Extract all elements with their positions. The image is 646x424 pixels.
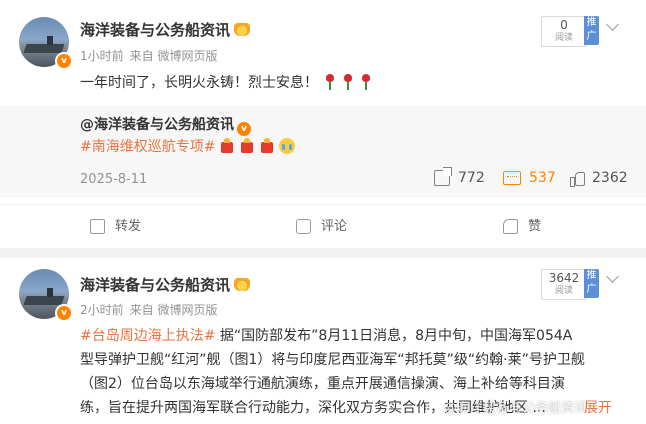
like-icon — [570, 171, 585, 187]
comment-button[interactable]: 评论 — [296, 215, 347, 234]
read-count-box: 0 阅读 — [541, 16, 587, 47]
repost-author[interactable]: @海洋装备与公务船资讯 v — [80, 114, 251, 136]
repost-content: #南海维权巡航专项# — [80, 136, 296, 157]
like-button[interactable]: 赞 — [503, 215, 541, 234]
feed-card: v 海洋装备与公务船资讯 1小时前 来自 微博网页版 0 阅读 推广 一年时间了，… — [0, 0, 646, 248]
post-line: （图2）位台岛以东海域举行通航演练，重点开展通信操演、海上补给等科目演 — [80, 376, 565, 392]
read-label: 阅读 — [554, 286, 573, 296]
expand-link[interactable]: 展开 — [584, 397, 612, 417]
rose-icon — [360, 74, 372, 90]
post-source: 来自 微博网页版 — [129, 49, 218, 63]
post-source: 来自 微博网页版 — [129, 303, 218, 317]
chevron-down-icon[interactable] — [606, 270, 619, 283]
read-label: 阅读 — [554, 33, 573, 43]
hashtag-link[interactable]: #南海维权巡航专项# — [80, 139, 215, 155]
red-envelope-icon — [219, 138, 235, 154]
post-meta: 1小时前 来自 微博网页版 — [80, 47, 223, 64]
read-count: 3642 — [548, 271, 580, 285]
comment-icon — [503, 171, 521, 185]
author-name[interactable]: 海洋装备与公务船资讯 — [80, 19, 251, 40]
like-icon — [503, 219, 518, 234]
chevron-down-icon[interactable] — [606, 18, 619, 31]
post-line: #台岛周边海上执法# 据“国防部发布”8月11日消息，8月中旬，中国海军054A — [80, 328, 573, 344]
red-envelope-icon — [239, 138, 255, 154]
promote-button[interactable]: 推广 — [584, 269, 599, 298]
rose-icon — [342, 74, 354, 90]
verified-icon: v — [237, 122, 251, 136]
post-time[interactable]: 2小时前 — [80, 303, 124, 317]
post-time[interactable]: 1小时前 — [80, 49, 124, 63]
share-icon — [434, 167, 452, 186]
divider — [0, 204, 646, 205]
repost-share-count[interactable]: 772 — [434, 167, 485, 186]
repost-date[interactable]: 2025-8-11 — [80, 172, 147, 187]
watermark: @海洋装备与公务船资讯 — [426, 397, 587, 416]
read-count: 0 — [560, 18, 568, 32]
red-envelope-icon — [259, 138, 275, 154]
post-meta: 2小时前 来自 微博网页版 — [80, 301, 223, 318]
comment-icon — [296, 219, 311, 234]
forward-button[interactable]: 转发 — [90, 215, 141, 234]
hashtag-link[interactable]: #台岛周边海上执法# — [80, 328, 215, 344]
post-line: 型导弹护卫舰“红河”舰（图1）将与印度尼西亚海军“邦托莫”级“约翰·莱”号护卫舰 — [80, 352, 585, 368]
crown-badge-icon — [234, 278, 251, 291]
repost-box[interactable]: @海洋装备与公务船资讯 v #南海维权巡航专项# 2025-8-11 772 53… — [0, 106, 646, 197]
weibo-logo-icon — [426, 401, 440, 416]
crying-face-icon — [279, 138, 296, 154]
forward-icon — [90, 219, 105, 234]
verified-icon: v — [55, 304, 73, 322]
repost-comment-count[interactable]: 537 — [503, 170, 556, 186]
verified-icon: v — [55, 52, 73, 70]
post-text: 一年时间了，长明火永铸！烈士安息！ — [80, 71, 372, 96]
crown-badge-icon — [234, 23, 251, 36]
rose-icon — [324, 74, 336, 90]
author-name[interactable]: 海洋装备与公务船资讯 — [80, 274, 251, 295]
repost-like-count[interactable]: 2362 — [570, 170, 628, 187]
promote-button[interactable]: 推广 — [584, 16, 599, 45]
feed-card: v 海洋装备与公务船资讯 2小时前 来自 微博网页版 3642 阅读 推广 #台岛… — [0, 258, 646, 424]
read-count-box: 3642 阅读 — [541, 269, 587, 300]
